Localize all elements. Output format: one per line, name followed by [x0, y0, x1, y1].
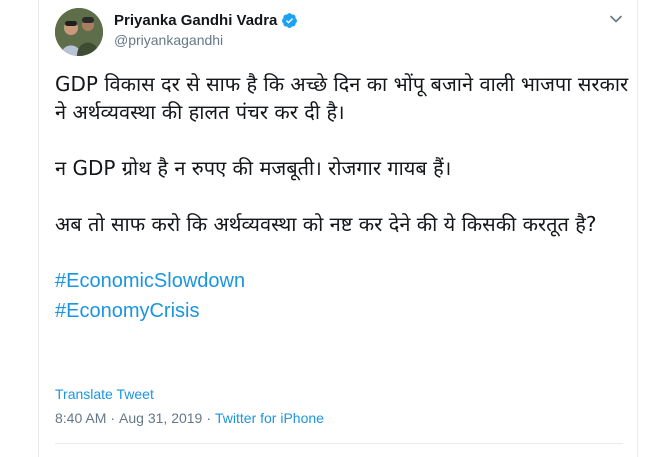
meta-separator: ·: [206, 410, 212, 426]
tweet-text: GDP विकास दर से साफ है कि अच्छे दिन का भ…: [55, 70, 630, 326]
avatar[interactable]: [55, 8, 103, 56]
tweet-date[interactable]: Aug 31, 2019: [119, 410, 202, 426]
tweet-source-link[interactable]: Twitter for iPhone: [215, 410, 324, 426]
hashtag-list: #EconomicSlowdown #EconomyCrisis: [55, 266, 630, 326]
author-name-row[interactable]: Priyanka Gandhi Vadra: [114, 10, 298, 30]
chevron-down-icon[interactable]: [609, 12, 623, 26]
avatar-photo-icon: [55, 8, 103, 56]
tweet-time[interactable]: 8:40 AM: [55, 410, 106, 426]
author-display-name[interactable]: Priyanka Gandhi Vadra: [114, 12, 277, 29]
translate-tweet-link[interactable]: Translate Tweet: [55, 386, 154, 402]
author-handle[interactable]: @priyankagandhi: [114, 32, 223, 48]
tweet-paragraph: न GDP ग्रोथ है न रुपए की मजबूती। रोजगार …: [55, 156, 452, 180]
tweet-metadata: 8:40 AM · Aug 31, 2019 · Twitter for iPh…: [55, 410, 324, 426]
tweet-paragraph: GDP विकास दर से साफ है कि अच्छे दिन का भ…: [55, 72, 629, 124]
hashtag-link[interactable]: #EconomyCrisis: [55, 296, 630, 326]
divider: [55, 443, 623, 444]
verified-badge-icon: [282, 12, 298, 28]
tweet-paragraph: अब तो साफ करो कि अर्थव्यवस्था को नष्ट कर…: [55, 212, 597, 236]
hashtag-link[interactable]: #EconomicSlowdown: [55, 266, 630, 296]
meta-separator: ·: [110, 410, 116, 426]
